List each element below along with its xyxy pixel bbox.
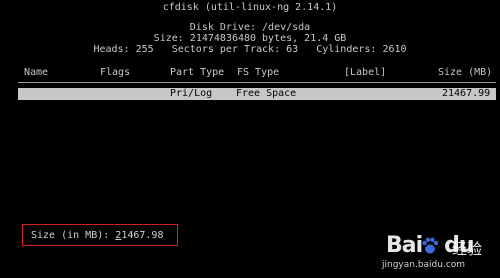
- size-prompt-box: Size (in MB): 21467.98: [22, 224, 178, 246]
- column-header-size: Size (MB): [438, 67, 493, 78]
- baidu-jingyan-watermark: Bai du 经验 jingyan.baidu.com: [382, 232, 492, 274]
- row-size: 21467.99: [442, 88, 491, 99]
- row-part-type: Pri/Log: [170, 88, 213, 99]
- size-prompt[interactable]: Size (in MB): 21467.98: [31, 230, 163, 242]
- app-title: cfdisk (util-linux-ng 2.14.1): [162, 2, 338, 13]
- watermark-url: jingyan.baidu.com: [382, 260, 466, 270]
- disk-geometry-label: Heads: 255 Sectors per Track: 63 Cylinde…: [93, 44, 407, 55]
- size-prompt-label: Size (in MB):: [31, 230, 116, 241]
- header-divider: [18, 82, 496, 83]
- size-input-value[interactable]: 1467.98: [121, 230, 163, 241]
- column-header-label: [Label]: [344, 67, 387, 78]
- jingyan-text: 经验: [452, 240, 483, 258]
- row-fs-type: Free Space: [236, 88, 297, 99]
- column-header-part-type: Part Type: [170, 67, 225, 78]
- column-header-name: Name: [24, 67, 49, 78]
- baidu-paw-icon: [422, 237, 439, 254]
- column-header-flags: Flags: [100, 67, 131, 78]
- column-header-fs-type: FS Type: [237, 67, 280, 78]
- partition-row-free-space[interactable]: Pri/Log Free Space 21467.99: [18, 88, 496, 100]
